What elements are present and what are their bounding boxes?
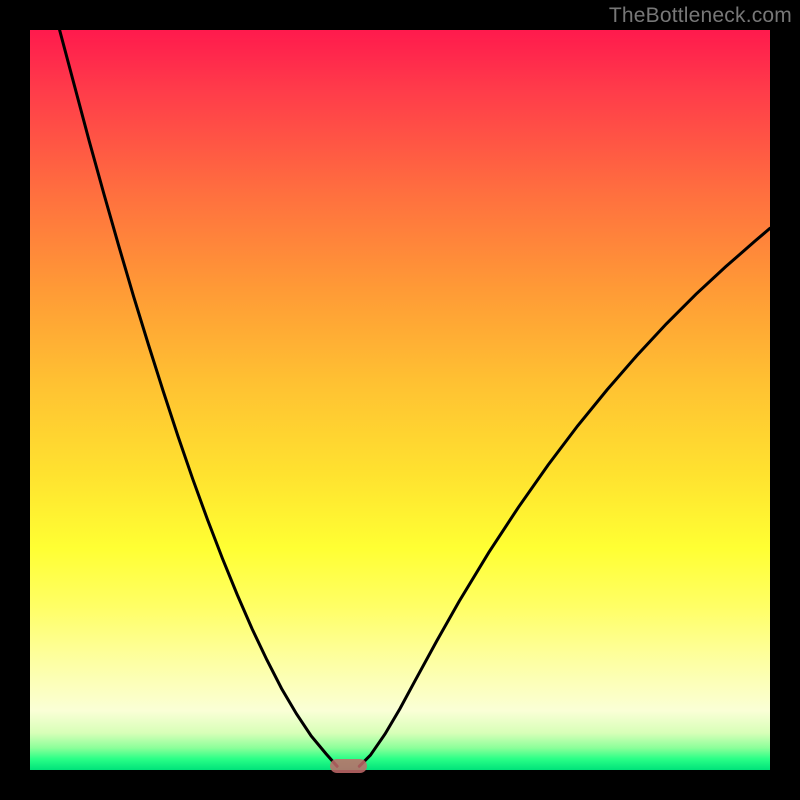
watermark-text: TheBottleneck.com	[609, 4, 792, 28]
right-curve	[359, 228, 770, 766]
left-curve	[60, 30, 338, 766]
curve-layer	[30, 30, 770, 770]
frame: TheBottleneck.com	[0, 0, 800, 800]
bottleneck-marker	[330, 759, 367, 773]
plot-area	[30, 30, 770, 770]
